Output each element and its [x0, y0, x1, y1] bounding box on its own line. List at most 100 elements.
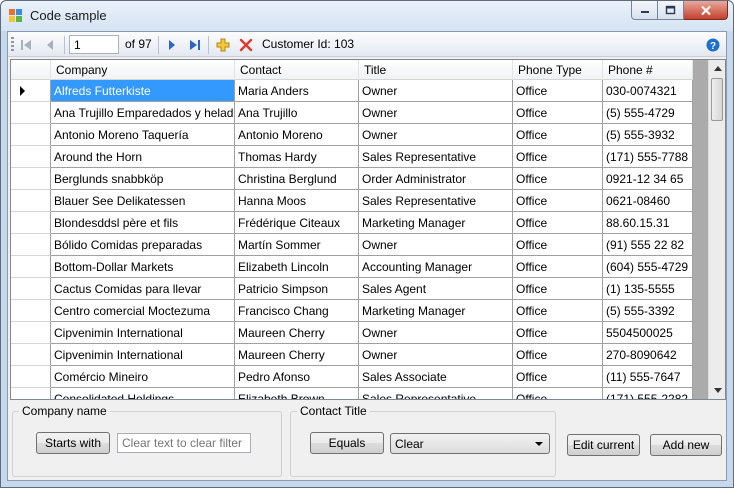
cell-title[interactable]: Owner: [359, 234, 513, 256]
cell-contact[interactable]: Elizabeth Lincoln: [235, 256, 359, 278]
column-header-contact[interactable]: Contact: [235, 60, 359, 80]
cell-phone[interactable]: (5) 555-3932: [603, 124, 693, 146]
cell-phone-type[interactable]: Office: [513, 234, 603, 256]
row-header[interactable]: [11, 80, 51, 102]
cell-title[interactable]: Marketing Manager: [359, 212, 513, 234]
cell-company[interactable]: Berglunds snabbköp: [51, 168, 235, 190]
header-corner[interactable]: [11, 60, 51, 80]
table-row[interactable]: Ana Trujillo Emparedados y helados Ana Tr…: [11, 102, 693, 124]
add-new-button[interactable]: Add new: [650, 434, 722, 456]
table-row[interactable]: Cipvenimin International Maureen Cherry Ow…: [11, 344, 693, 366]
cell-phone[interactable]: (604) 555-4729: [603, 256, 693, 278]
cell-phone-type[interactable]: Office: [513, 366, 603, 388]
cell-contact[interactable]: Christina Berglund: [235, 168, 359, 190]
cell-phone-type[interactable]: Office: [513, 146, 603, 168]
maximize-button[interactable]: [658, 1, 684, 20]
cell-contact[interactable]: Maureen Cherry: [235, 322, 359, 344]
cell-title[interactable]: Marketing Manager: [359, 300, 513, 322]
table-row[interactable]: Comércio Mineiro Pedro Afonso Sales Associ…: [11, 366, 693, 388]
starts-with-button[interactable]: Starts with: [36, 432, 110, 454]
add-new-toolbar-button[interactable]: [213, 35, 233, 55]
cell-title[interactable]: Accounting Manager: [359, 256, 513, 278]
close-button[interactable]: [684, 1, 728, 20]
delete-toolbar-button[interactable]: [236, 35, 256, 55]
cell-phone[interactable]: 5504500025: [603, 322, 693, 344]
cell-contact[interactable]: Martín Sommer: [235, 234, 359, 256]
cell-phone-type[interactable]: Office: [513, 300, 603, 322]
cell-phone[interactable]: (171) 555-2282: [603, 388, 693, 399]
cell-company[interactable]: Ana Trujillo Emparedados y helados: [51, 102, 235, 124]
table-row[interactable]: Cactus Comidas para llevar Patricio Simps…: [11, 278, 693, 300]
cell-company[interactable]: Cipvenimin International: [51, 322, 235, 344]
move-first-button[interactable]: [16, 35, 36, 55]
scroll-down-button[interactable]: [709, 382, 725, 399]
cell-title[interactable]: Owner: [359, 344, 513, 366]
table-row[interactable]: Antonio Moreno Taquería Antonio Moreno Own…: [11, 124, 693, 146]
cell-contact[interactable]: Maureen Cherry: [235, 344, 359, 366]
cell-title[interactable]: Sales Representative: [359, 388, 513, 399]
column-header-phone-type[interactable]: Phone Type: [513, 60, 603, 80]
table-row[interactable]: Centro comercial Moctezuma Francisco Chan…: [11, 300, 693, 322]
cell-phone-type[interactable]: Office: [513, 344, 603, 366]
cell-phone[interactable]: 0921-12 34 65: [603, 168, 693, 190]
table-row[interactable]: Alfreds Futterkiste Maria Anders Owner Offi…: [11, 80, 693, 102]
cell-contact[interactable]: Antonio Moreno: [235, 124, 359, 146]
cell-phone-type[interactable]: Office: [513, 212, 603, 234]
cell-contact[interactable]: Frédérique Citeaux: [235, 212, 359, 234]
table-row[interactable]: Around the Horn Thomas Hardy Sales Represe…: [11, 146, 693, 168]
cell-contact[interactable]: Patricio Simpson: [235, 278, 359, 300]
cell-phone-type[interactable]: Office: [513, 322, 603, 344]
cell-company[interactable]: Alfreds Futterkiste: [51, 80, 235, 102]
equals-button[interactable]: Equals: [310, 432, 384, 454]
column-header-phone[interactable]: Phone #: [603, 60, 693, 80]
table-row[interactable]: Bottom-Dollar Markets Elizabeth Lincoln Ac…: [11, 256, 693, 278]
move-next-button[interactable]: [162, 35, 182, 55]
cell-phone[interactable]: (1) 135-5555: [603, 278, 693, 300]
cell-company[interactable]: Bólido Comidas preparadas: [51, 234, 235, 256]
scroll-up-button[interactable]: [709, 60, 725, 77]
table-row[interactable]: Consolidated Holdings Elizabeth Brown Sale…: [11, 388, 693, 399]
cell-phone[interactable]: (5) 555-3392: [603, 300, 693, 322]
move-last-button[interactable]: [185, 35, 205, 55]
edit-current-button[interactable]: Edit current: [567, 434, 640, 456]
cell-contact[interactable]: Ana Trujillo: [235, 102, 359, 124]
cell-phone[interactable]: (5) 555-4729: [603, 102, 693, 124]
row-header[interactable]: [11, 278, 51, 300]
cell-company[interactable]: Cactus Comidas para llevar: [51, 278, 235, 300]
cell-phone-type[interactable]: Office: [513, 278, 603, 300]
row-header[interactable]: [11, 124, 51, 146]
cell-phone-type[interactable]: Office: [513, 388, 603, 399]
cell-title[interactable]: Owner: [359, 322, 513, 344]
company-filter-input[interactable]: [117, 433, 251, 453]
cell-phone[interactable]: (171) 555-7788: [603, 146, 693, 168]
cell-company[interactable]: Cipvenimin International: [51, 344, 235, 366]
table-row[interactable]: Blondesddsl père et fils Frédérique Citea…: [11, 212, 693, 234]
position-input[interactable]: [69, 35, 119, 54]
row-header[interactable]: [11, 256, 51, 278]
cell-title[interactable]: Sales Representative: [359, 190, 513, 212]
cell-title[interactable]: Order Administrator: [359, 168, 513, 190]
cell-phone[interactable]: 0621-08460: [603, 190, 693, 212]
cell-phone[interactable]: (91) 555 22 82: [603, 234, 693, 256]
cell-title[interactable]: Owner: [359, 124, 513, 146]
cell-company[interactable]: Bottom-Dollar Markets: [51, 256, 235, 278]
row-header[interactable]: [11, 300, 51, 322]
title-bar[interactable]: Code sample: [1, 1, 733, 31]
cell-contact[interactable]: Pedro Afonso: [235, 366, 359, 388]
cell-phone[interactable]: (11) 555-7647: [603, 366, 693, 388]
cell-company[interactable]: Blondesddsl père et fils: [51, 212, 235, 234]
cell-phone-type[interactable]: Office: [513, 256, 603, 278]
column-header-title[interactable]: Title: [359, 60, 513, 80]
cell-phone-type[interactable]: Office: [513, 168, 603, 190]
row-header[interactable]: [11, 190, 51, 212]
cell-contact[interactable]: Elizabeth Brown: [235, 388, 359, 399]
table-row[interactable]: Bólido Comidas preparadas Martín Sommer Ow…: [11, 234, 693, 256]
customers-grid[interactable]: Company Contact Title Phone Type Phone #…: [10, 59, 726, 400]
move-previous-button[interactable]: [40, 35, 60, 55]
cell-contact[interactable]: Maria Anders: [235, 80, 359, 102]
row-header[interactable]: [11, 168, 51, 190]
row-header[interactable]: [11, 366, 51, 388]
table-row[interactable]: Berglunds snabbköp Christina Berglund Orde…: [11, 168, 693, 190]
cell-phone[interactable]: 270-8090642: [603, 344, 693, 366]
cell-company[interactable]: Centro comercial Moctezuma: [51, 300, 235, 322]
